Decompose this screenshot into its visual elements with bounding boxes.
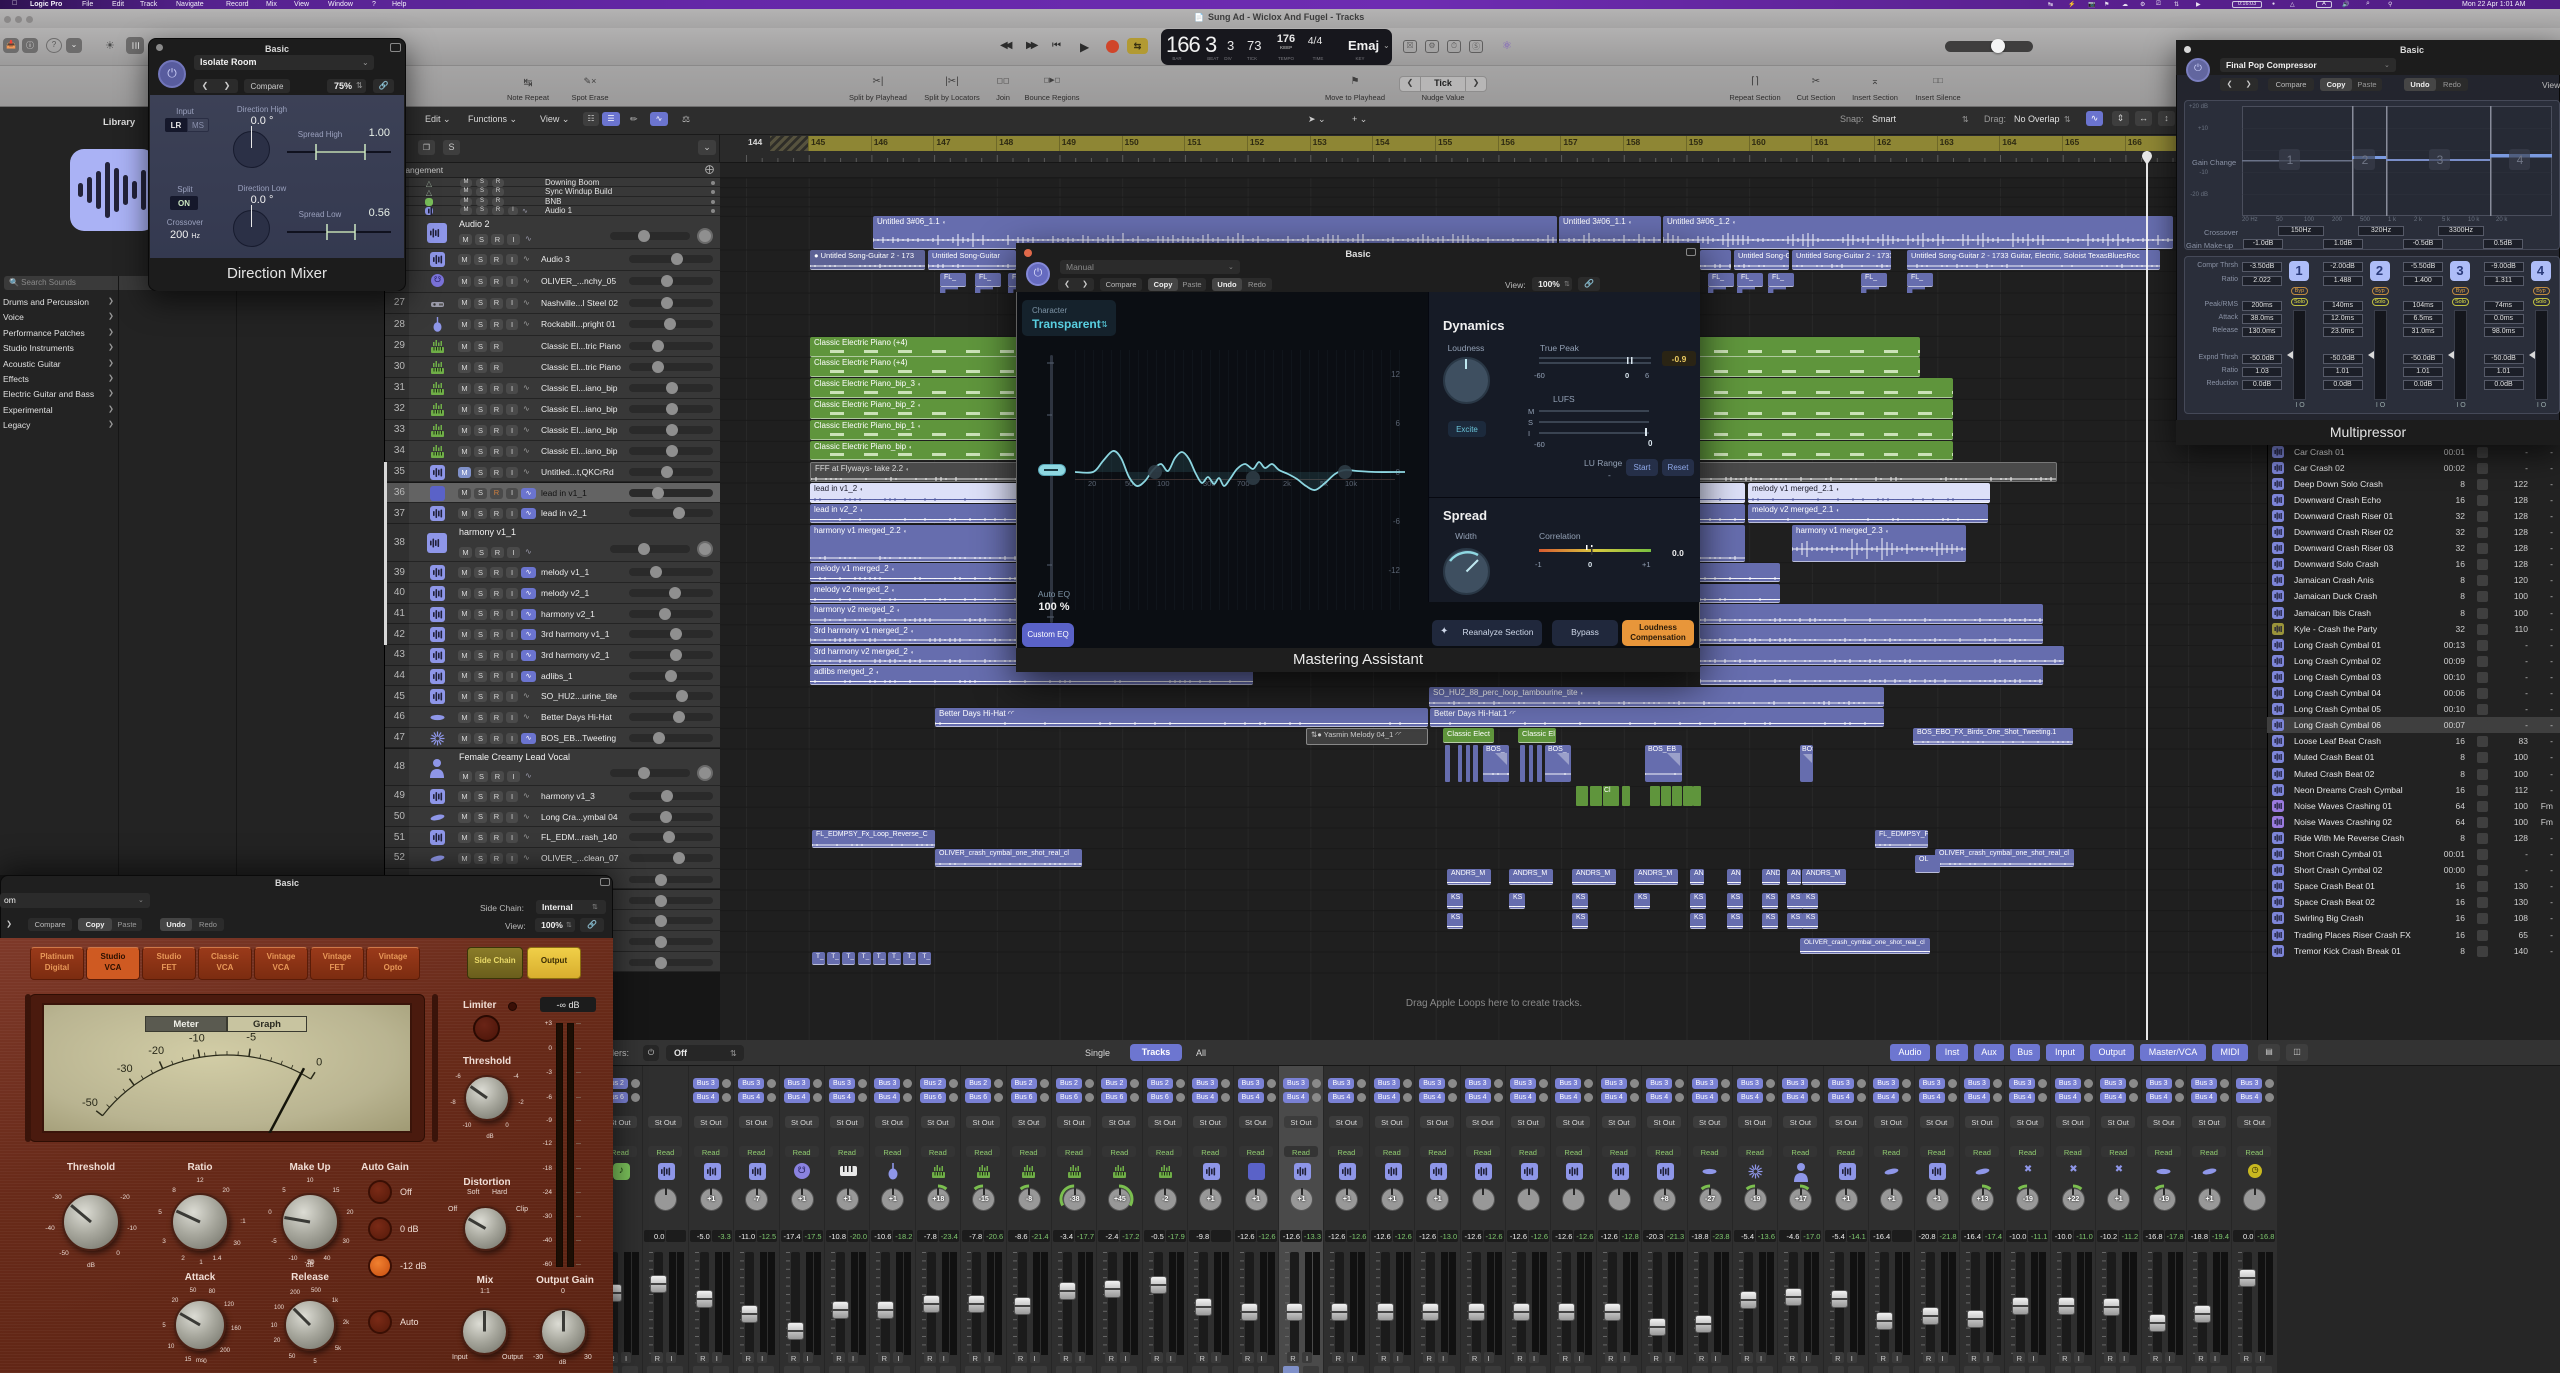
- svg-text:3: 3: [2437, 153, 2444, 167]
- svg-text:0: 0: [316, 1056, 322, 1068]
- svg-text:-30: -30: [117, 1063, 133, 1075]
- svg-text:-10: -10: [189, 1033, 205, 1045]
- svg-text:-20: -20: [148, 1045, 164, 1057]
- svg-text:2: 2: [2362, 153, 2369, 167]
- svg-text:-5: -5: [246, 1032, 256, 1044]
- svg-text:4: 4: [2517, 153, 2524, 167]
- svg-text:-50: -50: [82, 1097, 98, 1109]
- svg-text:1: 1: [2287, 153, 2294, 167]
